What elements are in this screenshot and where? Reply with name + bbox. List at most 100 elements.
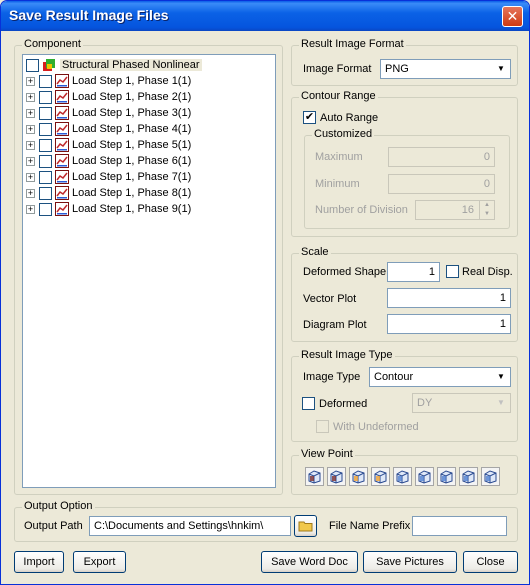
minimum-label: Minimum bbox=[315, 178, 360, 190]
expand-icon[interactable]: + bbox=[26, 92, 35, 102]
deformed-component-select[interactable]: DY ▼ bbox=[412, 393, 511, 413]
load-step-icon bbox=[55, 202, 69, 216]
with-undeformed-checkbox[interactable] bbox=[316, 420, 329, 433]
load-step-icon bbox=[55, 90, 69, 104]
tree-item-label: Load Step 1, Phase 1(1) bbox=[72, 75, 192, 87]
tree-root-label: Structural Phased Nonlinear bbox=[60, 59, 202, 71]
diagram-plot-input[interactable]: 1 bbox=[387, 314, 511, 334]
result-image-format-label: Result Image Format bbox=[299, 38, 406, 50]
tree-item-checkbox[interactable] bbox=[39, 202, 52, 216]
tree-item[interactable]: + Load Step 1, Phase 9(1) bbox=[26, 201, 191, 217]
expand-icon[interactable]: + bbox=[26, 140, 35, 150]
maximum-label: Maximum bbox=[315, 151, 363, 163]
view-cube-icon bbox=[462, 470, 475, 484]
structure-icon bbox=[43, 59, 55, 71]
tree-item-label: Load Step 1, Phase 9(1) bbox=[72, 203, 192, 215]
expand-icon[interactable]: + bbox=[26, 188, 35, 198]
auto-range-checkbox[interactable]: ✔ bbox=[303, 111, 316, 124]
image-type-select[interactable]: Contour ▼ bbox=[369, 367, 511, 387]
view-x-icon[interactable] bbox=[305, 467, 324, 486]
spin-up-icon[interactable]: ▲ bbox=[480, 201, 494, 210]
view-cube-icon bbox=[308, 470, 321, 484]
load-step-icon bbox=[55, 74, 69, 88]
deformed-label: Deformed bbox=[319, 398, 368, 410]
save-word-doc-button[interactable]: Save Word Doc bbox=[261, 551, 358, 573]
view-iso2-icon[interactable] bbox=[393, 467, 412, 486]
export-button[interactable]: Export bbox=[73, 551, 126, 573]
expand-icon[interactable]: + bbox=[26, 124, 35, 134]
tree-root[interactable]: Structural Phased Nonlinear bbox=[26, 57, 202, 73]
expand-icon[interactable]: + bbox=[26, 108, 35, 118]
file-name-prefix-input[interactable] bbox=[412, 516, 507, 536]
output-path-input[interactable]: C:\Documents and Settings\hnkim\ bbox=[89, 516, 291, 536]
tree-item[interactable]: + Load Step 1, Phase 8(1) bbox=[26, 185, 191, 201]
tree-item-label: Load Step 1, Phase 5(1) bbox=[72, 139, 192, 151]
deformed-checkbox[interactable] bbox=[302, 397, 315, 410]
tree-item-checkbox[interactable] bbox=[39, 122, 52, 136]
tree-item-checkbox[interactable] bbox=[39, 138, 52, 152]
customized-label: Customized bbox=[312, 128, 375, 140]
view-cube-icon bbox=[330, 470, 343, 484]
root-checkbox[interactable] bbox=[26, 58, 39, 72]
browse-folder-button[interactable] bbox=[294, 515, 317, 537]
window-title: Save Result Image Files bbox=[9, 7, 169, 23]
view-iso5-icon[interactable] bbox=[459, 467, 478, 486]
tree-item-checkbox[interactable] bbox=[39, 74, 52, 88]
tree-item-checkbox[interactable] bbox=[39, 170, 52, 184]
tree-item[interactable]: + Load Step 1, Phase 5(1) bbox=[26, 137, 191, 153]
tree-item[interactable]: + Load Step 1, Phase 3(1) bbox=[26, 105, 191, 121]
image-format-label: Image Format bbox=[303, 63, 372, 75]
expand-icon[interactable]: + bbox=[26, 76, 35, 86]
tree-item-checkbox[interactable] bbox=[39, 90, 52, 104]
close-icon[interactable]: ✕ bbox=[502, 6, 523, 27]
view-iso6-icon[interactable] bbox=[481, 467, 500, 486]
view-z-icon[interactable] bbox=[349, 467, 368, 486]
deformed-component-value: DY bbox=[417, 397, 433, 409]
import-button[interactable]: Import bbox=[14, 551, 64, 573]
load-step-icon bbox=[55, 122, 69, 136]
tree-item-checkbox[interactable] bbox=[39, 186, 52, 200]
close-button[interactable]: Close bbox=[463, 551, 518, 573]
expand-icon[interactable]: + bbox=[26, 204, 35, 214]
tree-item[interactable]: + Load Step 1, Phase 4(1) bbox=[26, 121, 191, 137]
load-step-icon bbox=[55, 154, 69, 168]
tree-item[interactable]: + Load Step 1, Phase 7(1) bbox=[26, 169, 191, 185]
image-format-select[interactable]: PNG ▼ bbox=[380, 59, 511, 79]
chevron-down-icon: ▼ bbox=[493, 395, 509, 411]
minimum-input[interactable]: 0 bbox=[388, 174, 495, 194]
tree-item-checkbox[interactable] bbox=[39, 106, 52, 120]
tree-item[interactable]: + Load Step 1, Phase 1(1) bbox=[26, 73, 191, 89]
view-cube-icon bbox=[374, 470, 387, 484]
view-cube-icon bbox=[418, 470, 431, 484]
tree-item[interactable]: + Load Step 1, Phase 6(1) bbox=[26, 153, 191, 169]
number-of-division-input[interactable]: 16 ▲ ▼ bbox=[415, 200, 495, 220]
maximum-input[interactable]: 0 bbox=[388, 147, 495, 167]
image-type-label: Image Type bbox=[303, 371, 361, 383]
view-iso3-icon[interactable] bbox=[415, 467, 434, 486]
view-iso1-icon[interactable] bbox=[371, 467, 390, 486]
diagram-plot-label: Diagram Plot bbox=[303, 319, 367, 331]
view-point-label: View Point bbox=[299, 448, 355, 460]
tree-item-label: Load Step 1, Phase 6(1) bbox=[72, 155, 192, 167]
number-of-division-value: 16 bbox=[461, 204, 474, 216]
expand-icon[interactable]: + bbox=[26, 172, 35, 182]
view-y-icon[interactable] bbox=[327, 467, 346, 486]
real-disp-checkbox[interactable] bbox=[446, 265, 459, 278]
tree-item-label: Load Step 1, Phase 3(1) bbox=[72, 107, 192, 119]
component-tree[interactable]: Structural Phased Nonlinear + Load Step 1… bbox=[22, 54, 276, 488]
save-pictures-button[interactable]: Save Pictures bbox=[363, 551, 457, 573]
tree-item-label: Load Step 1, Phase 2(1) bbox=[72, 91, 192, 103]
tree-item-checkbox[interactable] bbox=[39, 154, 52, 168]
expand-icon[interactable]: + bbox=[26, 156, 35, 166]
deformed-shape-input[interactable]: 1 bbox=[387, 262, 440, 282]
view-cube-icon bbox=[484, 470, 497, 484]
division-spinner[interactable]: ▲ ▼ bbox=[479, 201, 494, 219]
vector-plot-input[interactable]: 1 bbox=[387, 288, 511, 308]
view-iso4-icon[interactable] bbox=[437, 467, 456, 486]
real-disp-label: Real Disp. bbox=[462, 266, 513, 278]
spin-down-icon[interactable]: ▼ bbox=[480, 210, 494, 219]
auto-range-label: Auto Range bbox=[320, 112, 379, 124]
title-bar[interactable]: Save Result Image Files ✕ bbox=[1, 1, 529, 31]
tree-item[interactable]: + Load Step 1, Phase 2(1) bbox=[26, 89, 191, 105]
scale-label: Scale bbox=[299, 246, 331, 258]
